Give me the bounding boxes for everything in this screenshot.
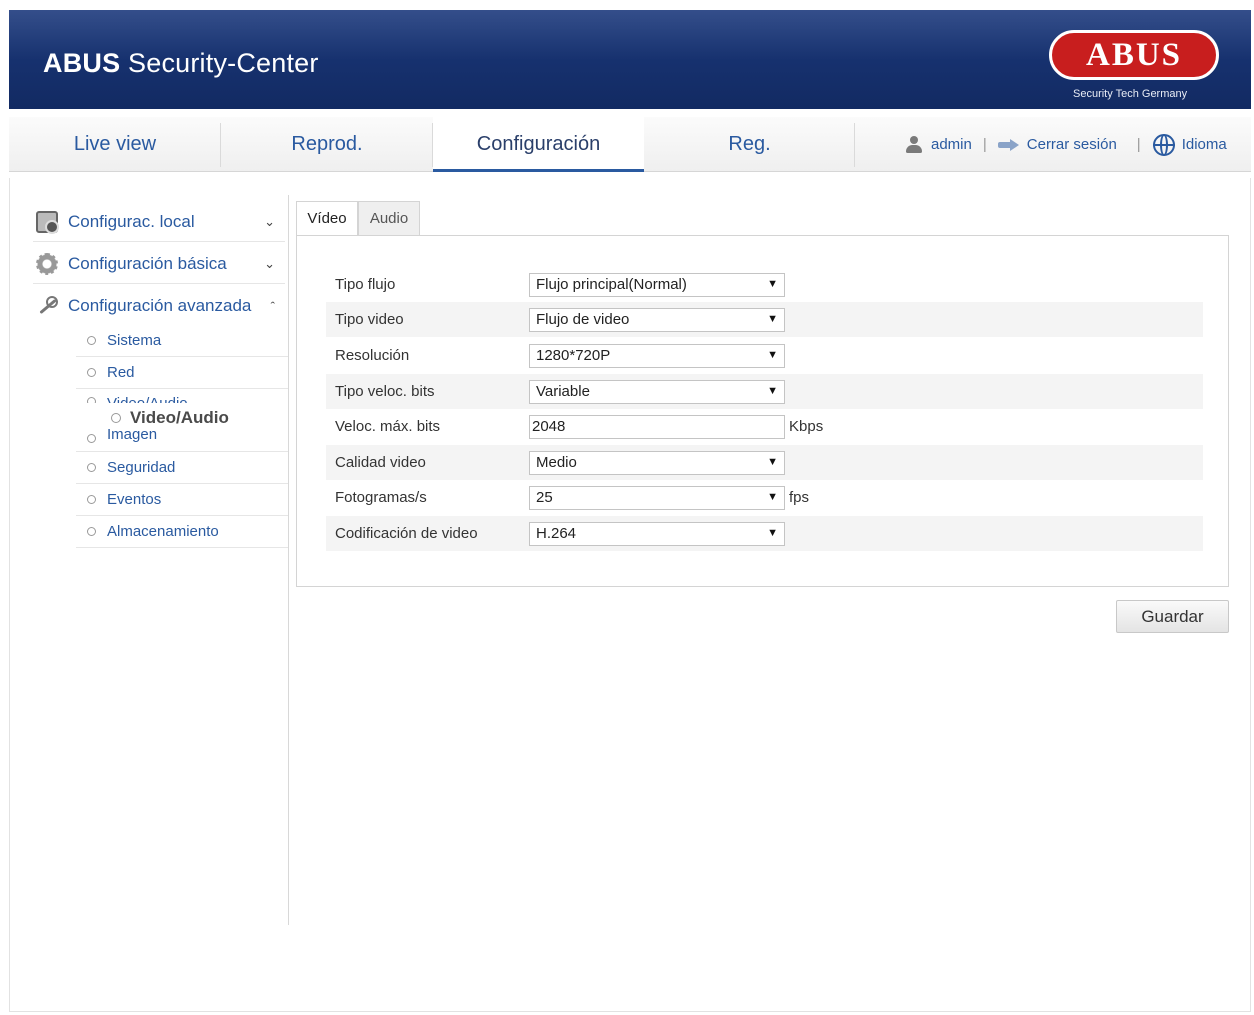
max-bitrate-input[interactable] bbox=[529, 414, 785, 439]
sidebar-item-storage[interactable]: Almacenamiento bbox=[76, 516, 288, 548]
sidebar-group-label: Configuración básica bbox=[68, 253, 227, 273]
dropdown-arrow-icon: ▼ bbox=[767, 348, 778, 361]
bullet-icon bbox=[111, 413, 121, 423]
resolution-select[interactable]: 1280*720P ▼ bbox=[529, 343, 785, 368]
field-label: Tipo video bbox=[335, 311, 404, 328]
app-title: ABUS Security-Center bbox=[43, 48, 319, 78]
video-encoding-select[interactable]: H.264 ▼ bbox=[529, 521, 785, 546]
dropdown-arrow-icon: ▼ bbox=[767, 455, 778, 468]
logout-icon bbox=[997, 138, 1020, 152]
globe-icon bbox=[1152, 133, 1175, 156]
bitrate-type-select[interactable]: Variable ▼ bbox=[529, 379, 785, 404]
field-video-quality: Calidad video Medio ▼ bbox=[326, 445, 1203, 480]
sidebar-item-security[interactable]: Seguridad bbox=[76, 452, 288, 484]
field-frame-rate: Fotogramas/s 25 ▼ fps bbox=[326, 480, 1203, 515]
gear-icon bbox=[36, 252, 58, 275]
dropdown-arrow-icon: ▼ bbox=[767, 490, 778, 503]
user-icon bbox=[904, 135, 924, 155]
sidebar-item-image[interactable]: Imagen bbox=[76, 424, 288, 452]
chevron-up-icon: ˆ bbox=[270, 298, 275, 314]
username: admin bbox=[931, 136, 972, 153]
active-tab-indicator bbox=[433, 169, 644, 172]
sidebar-item-label: Red bbox=[107, 364, 135, 381]
local-config-icon bbox=[36, 210, 59, 234]
sidebar-item-events[interactable]: Eventos bbox=[76, 484, 288, 516]
save-button[interactable]: Guardar bbox=[1116, 600, 1229, 633]
field-label: Calidad video bbox=[335, 454, 426, 471]
chevron-down-icon: ⌄ bbox=[264, 255, 275, 271]
dropdown-arrow-icon: ▼ bbox=[767, 384, 778, 397]
bullet-icon bbox=[87, 368, 96, 377]
sidebar-item-label: Eventos bbox=[107, 491, 162, 508]
field-label: Fotogramas/s bbox=[335, 489, 427, 506]
sidebar-item-label: Sistema bbox=[107, 332, 162, 349]
sidebar-item-video-audio[interactable]: Video/Audio bbox=[76, 389, 288, 403]
sidebar-item-label: Imagen bbox=[107, 426, 158, 443]
logo-tagline: Security Tech Germany bbox=[1073, 88, 1188, 100]
field-video-type: Tipo video Flujo de video ▼ bbox=[326, 302, 1203, 337]
logout-link[interactable]: Cerrar sesión bbox=[997, 136, 1117, 153]
bullet-icon bbox=[87, 434, 96, 443]
drag-ghost-item: Video/Audio bbox=[107, 408, 235, 428]
tab-log[interactable]: Reg. bbox=[644, 117, 855, 172]
bullet-icon bbox=[87, 463, 96, 472]
bullet-icon bbox=[87, 336, 96, 345]
user-menu: admin | Cerrar sesión | Idioma bbox=[904, 117, 1227, 172]
field-bitrate-type: Tipo veloc. bits Variable ▼ bbox=[326, 374, 1203, 409]
sidebar-item-label: Video/Audio bbox=[107, 395, 188, 403]
sidebar-item-label: Almacenamiento bbox=[107, 523, 219, 540]
app-header: ABUS Security-Center ABUS Security Tech … bbox=[9, 10, 1251, 109]
sidebar-item-network[interactable]: Red bbox=[76, 357, 288, 389]
bullet-icon bbox=[87, 495, 96, 504]
sidebar-group-label: Configurac. local bbox=[68, 211, 195, 231]
divider: | bbox=[1136, 136, 1141, 153]
field-label: Resolución bbox=[335, 347, 410, 364]
tab-playback[interactable]: Reprod. bbox=[221, 117, 433, 172]
abus-logo: ABUS Security Tech Germany bbox=[1049, 30, 1219, 100]
sidebar-item-system[interactable]: Sistema bbox=[76, 325, 288, 357]
field-max-bitrate: Veloc. máx. bits Kbps bbox=[326, 409, 1203, 444]
tab-video[interactable]: Vídeo bbox=[296, 201, 358, 236]
field-label: Tipo flujo bbox=[335, 276, 396, 293]
chevron-down-icon: ⌄ bbox=[264, 213, 275, 229]
field-label: Veloc. máx. bits bbox=[335, 418, 441, 435]
unit-label: fps bbox=[789, 489, 810, 506]
sidebar-group-local-config[interactable]: Configurac. local ⌄ bbox=[33, 202, 285, 242]
language-label: Idioma bbox=[1181, 136, 1227, 153]
video-quality-select[interactable]: Medio ▼ bbox=[529, 450, 785, 475]
bullet-icon bbox=[87, 527, 96, 536]
tab-configuration[interactable]: Configuración bbox=[433, 117, 644, 172]
dropdown-arrow-icon: ▼ bbox=[767, 312, 778, 325]
field-resolution: Resolución 1280*720P ▼ bbox=[326, 338, 1203, 373]
unit-label: Kbps bbox=[789, 418, 824, 435]
frame-rate-select[interactable]: 25 ▼ bbox=[529, 485, 785, 510]
stream-type-select[interactable]: Flujo principal(Normal) ▼ bbox=[529, 272, 785, 297]
sidebar-item-label: Seguridad bbox=[107, 459, 176, 476]
sidebar-group-advanced-config[interactable]: Configuración avanzada ˆ bbox=[33, 286, 285, 326]
drag-ghost-label: Video/Audio bbox=[130, 408, 229, 427]
dropdown-arrow-icon: ▼ bbox=[767, 526, 778, 539]
field-video-encoding: Codificación de video H.264 ▼ bbox=[326, 516, 1203, 551]
divider: | bbox=[982, 136, 987, 153]
user-account[interactable]: admin bbox=[904, 135, 972, 155]
sidebar-group-label: Configuración avanzada bbox=[68, 296, 252, 315]
language-link[interactable]: Idioma bbox=[1152, 133, 1227, 156]
sidebar-group-basic-config[interactable]: Configuración básica ⌄ bbox=[33, 244, 285, 284]
sidebar-divider bbox=[288, 195, 289, 925]
video-type-select[interactable]: Flujo de video ▼ bbox=[529, 307, 785, 332]
dropdown-arrow-icon: ▼ bbox=[767, 277, 778, 290]
logout-label: Cerrar sesión bbox=[1026, 136, 1117, 153]
bullet-icon bbox=[87, 397, 96, 403]
tab-audio[interactable]: Audio bbox=[358, 201, 420, 236]
tab-live-view[interactable]: Live view bbox=[9, 117, 221, 172]
field-label: Tipo veloc. bits bbox=[335, 383, 435, 400]
wrench-icon bbox=[36, 295, 58, 317]
field-stream-type: Tipo flujo Flujo principal(Normal) ▼ bbox=[326, 267, 1203, 302]
field-label: Codificación de video bbox=[335, 525, 478, 542]
logo-text: ABUS bbox=[1049, 30, 1219, 80]
main-nav: Live view Reprod. Configuración Reg. adm… bbox=[9, 117, 1251, 172]
